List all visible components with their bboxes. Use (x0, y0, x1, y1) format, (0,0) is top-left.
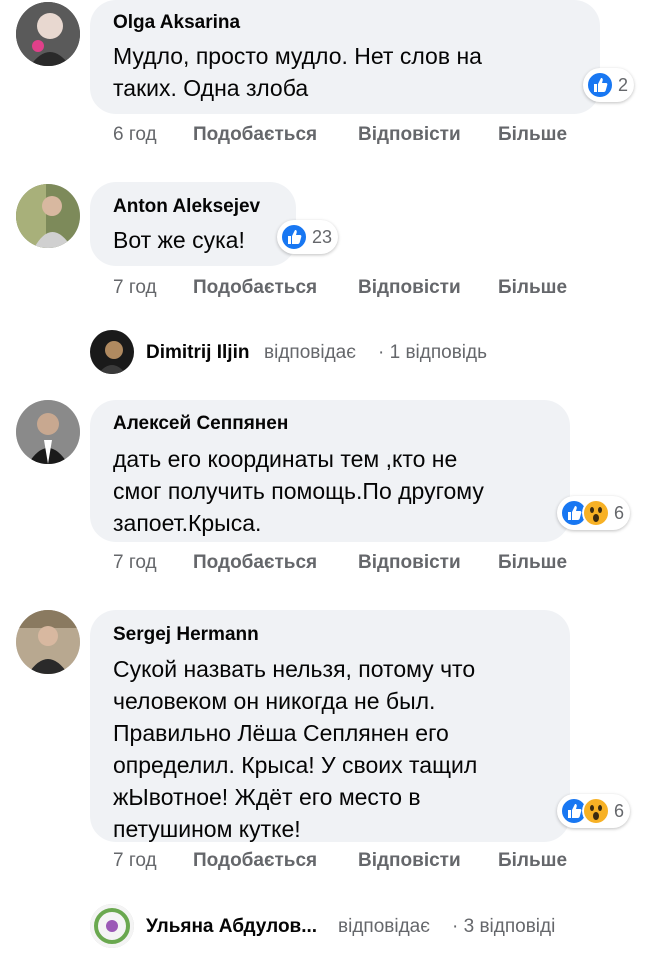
reply-verb: відповідає (264, 342, 356, 363)
comment-time[interactable]: 6 год (113, 124, 157, 146)
comment-time[interactable]: 7 год (113, 552, 157, 574)
comment-text: Сукой назвать нельзя, потому что человек… (113, 656, 478, 842)
avatar-photo-icon (16, 400, 80, 464)
more-button[interactable]: Більше (498, 850, 567, 872)
comment-author[interactable]: Алексей Сеппянен (113, 413, 288, 435)
comment-time[interactable]: 7 год (113, 277, 157, 299)
comment-actions: 7 год Подобається Відповісти Більше (0, 552, 654, 576)
more-button[interactable]: Більше (498, 277, 567, 299)
wow-icon (582, 797, 610, 825)
comment: Алексей Сеппянен дать его координаты тем… (0, 398, 654, 588)
comment: Sergej Hermann Сукой назвать нельзя, пот… (0, 608, 654, 898)
comment-actions: 6 год Подобається Відповісти Більше (0, 124, 654, 148)
reaction-count: 6 (614, 502, 625, 523)
reaction-count: 6 (614, 800, 625, 821)
reaction-summary[interactable]: 6 (557, 496, 631, 530)
avatar-photo-icon (16, 610, 80, 674)
avatar (90, 904, 134, 948)
comment-text: Мудло, просто мудло. Нет слов на таких. … (113, 43, 482, 101)
reply-button[interactable]: Відповісти (358, 850, 461, 872)
wow-icon (582, 499, 610, 527)
replies-link[interactable]: Ульяна Абдулов... відповідає · 3 відпові… (0, 902, 654, 948)
avatar-photo-icon (90, 904, 134, 948)
comment-author[interactable]: Sergej Hermann (113, 624, 259, 646)
reply-count[interactable]: · 1 відповідь (378, 342, 487, 364)
comment-time[interactable]: 7 год (113, 850, 157, 872)
avatar-photo-icon (90, 330, 134, 374)
comment: Anton Aleksejev Вот же сука! 23 7 год По… (0, 182, 654, 312)
like-icon (280, 223, 308, 251)
reply-button[interactable]: Відповісти (358, 124, 461, 146)
replies-link[interactable]: Dimitrij Iljin відповідає · 1 відповідь (0, 328, 654, 374)
like-button[interactable]: Подобається (193, 277, 317, 299)
more-button[interactable]: Більше (498, 124, 567, 146)
like-button[interactable]: Подобається (193, 124, 317, 146)
reply-verb: відповідає (338, 916, 430, 937)
reaction-count: 23 (312, 226, 333, 247)
reply-author[interactable]: Ульяна Абдулов... (146, 916, 317, 938)
comment-actions: 7 год Подобається Відповісти Більше (0, 850, 654, 874)
avatar[interactable] (16, 400, 80, 464)
comment: Olga Aksarina Мудло, просто мудло. Нет с… (0, 0, 654, 160)
reaction-summary[interactable]: 2 (583, 68, 635, 102)
like-button[interactable]: Подобається (193, 850, 317, 872)
reply-button[interactable]: Відповісти (358, 552, 461, 574)
avatar (90, 330, 134, 374)
more-button[interactable]: Більше (498, 552, 567, 574)
avatar[interactable] (16, 184, 80, 248)
reaction-count: 2 (618, 74, 629, 95)
avatar[interactable] (16, 2, 80, 66)
reply-button[interactable]: Відповісти (358, 277, 461, 299)
reaction-summary[interactable]: 6 (557, 794, 631, 828)
comment-text: дать его координаты тем ,кто не смог пол… (113, 446, 484, 536)
avatar-photo-icon (16, 184, 80, 248)
avatar[interactable] (16, 610, 80, 674)
like-button[interactable]: Подобається (193, 552, 317, 574)
comment-author[interactable]: Olga Aksarina (113, 12, 240, 34)
reply-count[interactable]: · 3 відповіді (452, 916, 555, 938)
comment-author[interactable]: Anton Aleksejev (113, 196, 260, 218)
comment-actions: 7 год Подобається Відповісти Більше (0, 277, 654, 301)
avatar-photo-icon (16, 2, 80, 66)
reply-author[interactable]: Dimitrij Iljin (146, 342, 249, 364)
reaction-summary[interactable]: 23 (277, 220, 339, 254)
like-icon (586, 71, 614, 99)
